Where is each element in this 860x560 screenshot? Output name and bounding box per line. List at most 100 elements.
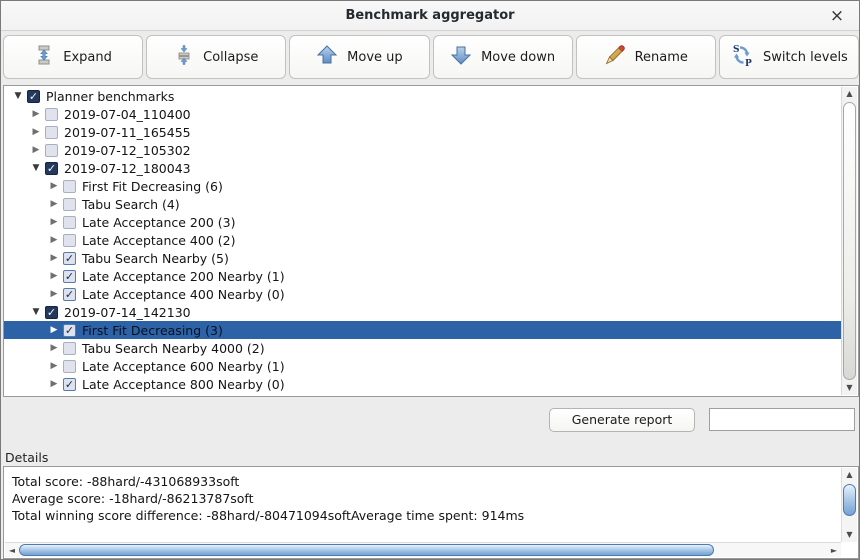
checkbox-checked[interactable]: ✓	[63, 270, 76, 283]
expand-arrow-icon[interactable]: ▶	[48, 289, 60, 299]
checkbox-unchecked[interactable]	[63, 360, 76, 373]
move-up-button[interactable]: Move up	[289, 35, 429, 79]
checkbox-unchecked[interactable]	[63, 216, 76, 229]
tree-row-label: Late Acceptance 400 Nearby (0)	[82, 287, 285, 302]
tree-row[interactable]: ▶2019-07-04_110400	[4, 105, 841, 123]
tree-vertical-scrollbar[interactable]: ▲ ▼	[841, 87, 857, 395]
tree-row[interactable]: ▶Late Acceptance 200 (3)	[4, 213, 841, 231]
details-text: Total score: -88hard/-431068933softAvera…	[12, 473, 838, 524]
expand-arrow-icon[interactable]: ▶	[30, 145, 42, 155]
tree-row-label: Tabu Search (4)	[82, 197, 180, 212]
checkbox-checked[interactable]: ✓	[63, 288, 76, 301]
details-line: Total score: -88hard/-431068933soft	[12, 473, 838, 490]
scroll-right-icon[interactable]: ►	[827, 543, 841, 558]
expand-arrow-icon[interactable]: ▶	[30, 109, 42, 119]
rename-button-label: Rename	[635, 50, 688, 65]
tree-row[interactable]: ▶✓Late Acceptance 800 Nearby (0)	[4, 375, 841, 393]
benchmark-aggregator-window: Benchmark aggregator × Expand Collapse	[0, 0, 860, 560]
checkbox-unchecked[interactable]	[45, 126, 58, 139]
details-line: Total winning score difference: -88hard/…	[12, 507, 838, 524]
switch-levels-button[interactable]: S P Switch levels	[719, 35, 859, 79]
switch-levels-button-label: Switch levels	[763, 50, 848, 65]
expand-arrow-icon[interactable]: ▶	[48, 181, 60, 191]
move-down-button-label: Move down	[481, 50, 555, 65]
tree-row[interactable]: ▼✓ Planner benchmarks	[4, 87, 841, 105]
checkbox-unchecked[interactable]	[63, 234, 76, 247]
checkbox-mixed[interactable]: ✓	[45, 162, 58, 175]
tree-row[interactable]: ▶2019-07-11_165455	[4, 123, 841, 141]
move-up-icon	[316, 44, 338, 70]
checkbox-unchecked[interactable]	[45, 144, 58, 157]
checkbox-mixed[interactable]: ✓	[27, 90, 40, 103]
expand-arrow-icon[interactable]: ▶	[48, 199, 60, 209]
tree-row[interactable]: ▶Late Acceptance 600 Nearby (1)	[4, 357, 841, 375]
tree-row[interactable]: ▶ 2019-07-12_105302	[4, 141, 841, 159]
details-panel: Total score: -88hard/-431068933softAvera…	[3, 466, 859, 559]
collapse-arrow-icon[interactable]: ▼	[30, 163, 42, 173]
svg-text:P: P	[745, 59, 752, 67]
tree-row-label: Late Acceptance 400 (2)	[82, 233, 235, 248]
checkbox-checked[interactable]: ✓	[63, 324, 76, 337]
move-down-icon	[450, 44, 472, 70]
scroll-up-icon[interactable]: ▲	[842, 87, 857, 101]
tree-scrollbar-thumb[interactable]	[843, 102, 856, 380]
tree-row-label: Late Acceptance 200 Nearby (1)	[82, 269, 285, 284]
tree-row[interactable]: ▶✓ Tabu Search Nearby (5)	[4, 249, 841, 267]
checkbox-unchecked[interactable]	[63, 180, 76, 193]
checkbox-unchecked[interactable]	[63, 342, 76, 355]
details-vertical-scrollbar[interactable]: ▲ ▼	[841, 468, 857, 542]
tree-row[interactable]: ▶First Fit Decreasing (6)	[4, 177, 841, 195]
collapse-button-label: Collapse	[203, 50, 258, 65]
details-hscroll-thumb[interactable]	[19, 544, 714, 556]
collapse-arrow-icon[interactable]: ▼	[30, 307, 42, 317]
expand-button-label: Expand	[63, 50, 112, 65]
close-icon[interactable]: ×	[827, 6, 847, 26]
expand-arrow-icon[interactable]: ▶	[48, 379, 60, 389]
tree-row[interactable]: ▶✓ Late Acceptance 400 Nearby (0)	[4, 285, 841, 303]
tree-row-label: 2019-07-12_105302	[64, 143, 191, 158]
checkbox-checked[interactable]: ✓	[63, 252, 76, 265]
tree-row[interactable]: ▼✓ 2019-07-14_142130	[4, 303, 841, 321]
switch-levels-icon: S P	[730, 43, 754, 71]
expand-arrow-icon[interactable]: ▶	[48, 253, 60, 263]
scroll-down-icon[interactable]: ▼	[842, 528, 857, 542]
generate-report-button[interactable]: Generate report	[549, 408, 695, 432]
tree-row[interactable]: ▶✓ Late Acceptance 200 Nearby (1)	[4, 267, 841, 285]
scroll-down-icon[interactable]: ▼	[842, 381, 857, 395]
expand-arrow-icon[interactable]: ▶	[48, 271, 60, 281]
rename-icon	[604, 44, 626, 70]
rename-button[interactable]: Rename	[576, 35, 716, 79]
expand-arrow-icon[interactable]: ▶	[48, 325, 60, 335]
expand-arrow-icon[interactable]: ▶	[48, 235, 60, 245]
details-vscroll-thumb[interactable]	[843, 484, 856, 516]
benchmark-tree: ▼✓Planner benchmarks▶2019-07-04_110400▶2…	[3, 85, 859, 397]
checkbox-mixed[interactable]: ✓	[45, 306, 58, 319]
scroll-left-icon[interactable]: ◄	[5, 543, 19, 558]
checkbox-checked[interactable]: ✓	[63, 378, 76, 391]
expand-arrow-icon[interactable]: ▶	[48, 217, 60, 227]
details-line: Average score: -18hard/-86213787soft	[12, 490, 838, 507]
tree-row-label: 2019-07-14_142130	[64, 305, 191, 320]
checkbox-unchecked[interactable]	[63, 198, 76, 211]
details-horizontal-scrollbar[interactable]: ◄ ►	[5, 542, 841, 557]
window-title: Benchmark aggregator	[345, 8, 514, 23]
expand-icon	[34, 45, 54, 69]
collapse-arrow-icon[interactable]: ▼	[12, 91, 24, 101]
checkbox-unchecked[interactable]	[45, 108, 58, 121]
tree-row[interactable]: ▶✓First Fit Decreasing (3)	[4, 321, 841, 339]
scroll-up-icon[interactable]: ▲	[842, 468, 857, 482]
tree-row[interactable]: ▶ Tabu Search (4)	[4, 195, 841, 213]
expand-arrow-icon[interactable]: ▶	[30, 127, 42, 137]
expand-button[interactable]: Expand	[3, 35, 143, 79]
report-progress-bar	[709, 408, 855, 431]
expand-arrow-icon[interactable]: ▶	[48, 361, 60, 371]
collapse-button[interactable]: Collapse	[146, 35, 286, 79]
expand-arrow-icon[interactable]: ▶	[48, 343, 60, 353]
tree-row[interactable]: ▶Tabu Search Nearby 4000 (2)	[4, 339, 841, 357]
tree-row-label: Tabu Search Nearby (5)	[82, 251, 229, 266]
tree-row[interactable]: ▼✓2019-07-12_180043	[4, 159, 841, 177]
details-label: Details	[5, 450, 48, 465]
move-down-button[interactable]: Move down	[433, 35, 573, 79]
tree-row-label: Planner benchmarks	[46, 89, 174, 104]
tree-row[interactable]: ▶ Late Acceptance 400 (2)	[4, 231, 841, 249]
